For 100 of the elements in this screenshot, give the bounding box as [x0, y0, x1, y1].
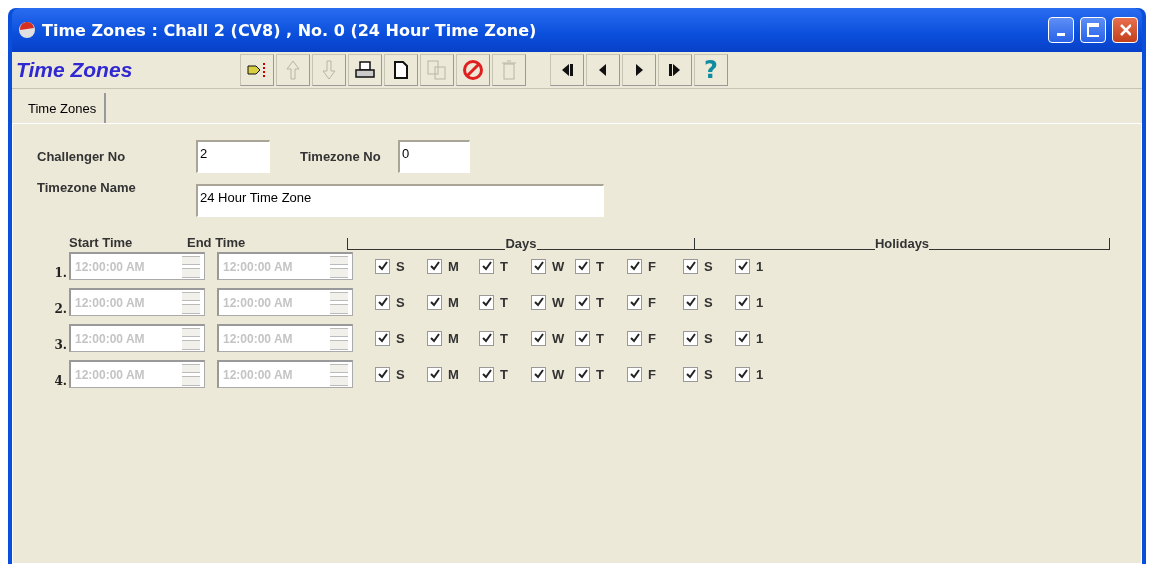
- spinner-icon: [330, 291, 348, 314]
- checkbox[interactable]: [627, 258, 642, 274]
- checkbox[interactable]: [531, 258, 546, 274]
- spinner-icon: [330, 255, 348, 278]
- checkbox[interactable]: [575, 330, 590, 346]
- checkbox[interactable]: [375, 294, 390, 310]
- checkbox[interactable]: [375, 366, 390, 382]
- checkbox-label: S: [704, 258, 713, 274]
- trash-icon: [501, 59, 517, 81]
- checkbox-label: M: [448, 258, 459, 274]
- prev-button[interactable]: [586, 54, 620, 86]
- checkbox-label: F: [648, 366, 656, 382]
- checkbox[interactable]: [479, 330, 494, 346]
- checkbox-label: T: [596, 294, 604, 310]
- exit-button[interactable]: [240, 54, 274, 86]
- checkbox-label: S: [396, 330, 405, 346]
- checkbox-label: 1: [756, 330, 764, 346]
- checkbox-label: T: [500, 330, 508, 346]
- up-arrow-icon: [285, 59, 301, 81]
- next-icon: [634, 62, 644, 78]
- next-button[interactable]: [622, 54, 656, 86]
- checkbox[interactable]: [683, 366, 698, 382]
- column-header: End Time: [187, 235, 247, 250]
- checkbox[interactable]: [683, 330, 698, 346]
- checkbox[interactable]: [479, 366, 494, 382]
- checkbox[interactable]: [375, 258, 390, 274]
- checkbox[interactable]: [427, 330, 442, 346]
- checkbox-label: W: [552, 258, 565, 274]
- checkbox[interactable]: [575, 366, 590, 382]
- previous-icon: [598, 62, 608, 78]
- checkbox-label: S: [704, 366, 713, 382]
- checkbox-label: T: [500, 258, 508, 274]
- checkbox[interactable]: [735, 366, 750, 382]
- checkbox[interactable]: [627, 366, 642, 382]
- copy-icon: [426, 59, 448, 81]
- checkbox[interactable]: [531, 330, 546, 346]
- maximize-icon: [1087, 23, 1099, 37]
- checkbox[interactable]: [735, 330, 750, 346]
- checkbox-label: M: [448, 294, 459, 310]
- group-header: Holidays: [874, 237, 930, 250]
- checkbox[interactable]: [683, 294, 698, 310]
- field-label: Timezone No: [300, 148, 382, 164]
- checkbox[interactable]: [427, 294, 442, 310]
- input-field[interactable]: 24 Hour Time Zone: [196, 183, 604, 217]
- cancel-button[interactable]: [456, 54, 490, 86]
- new-button[interactable]: [384, 54, 418, 86]
- checkbox[interactable]: [427, 258, 442, 274]
- column-header: Start Time: [68, 235, 134, 250]
- window-title: Time Zones : Chall 2 (CV8) , No. 0 (24 Hour Time Zone): [42, 20, 538, 40]
- spinner-icon: [182, 363, 200, 386]
- checkbox[interactable]: [479, 258, 494, 274]
- checkbox-label: W: [552, 294, 565, 310]
- checkbox-label: W: [552, 330, 565, 346]
- checkbox[interactable]: [735, 258, 750, 274]
- checkbox[interactable]: [427, 366, 442, 382]
- form-title: Time Zones: [15, 58, 134, 82]
- print-button[interactable]: [348, 54, 382, 86]
- checkbox[interactable]: [531, 366, 546, 382]
- field-label: Timezone Name: [37, 180, 137, 195]
- checkbox-label: S: [704, 330, 713, 346]
- checkbox[interactable]: [627, 294, 642, 310]
- minimize-button[interactable]: [1048, 17, 1074, 43]
- document-icon: [392, 60, 410, 80]
- down-arrow-icon: [321, 59, 337, 81]
- printer-icon: [354, 60, 376, 80]
- checkbox-label: W: [552, 366, 565, 382]
- checkbox[interactable]: [531, 294, 546, 310]
- checkbox[interactable]: [575, 294, 590, 310]
- first-button[interactable]: [550, 54, 584, 86]
- last-button[interactable]: [658, 54, 692, 86]
- checkbox-label: M: [448, 330, 459, 346]
- row-number: 1.: [53, 266, 68, 280]
- checkbox-label: T: [596, 258, 604, 274]
- checkbox-label: 1: [756, 258, 764, 274]
- close-button[interactable]: [1112, 17, 1138, 43]
- checkbox-label: S: [704, 294, 713, 310]
- checkbox-label: S: [396, 366, 405, 382]
- checkbox-label: 1: [756, 294, 764, 310]
- input-field[interactable]: 0: [398, 139, 470, 173]
- checkbox[interactable]: [683, 258, 698, 274]
- checkbox[interactable]: [735, 294, 750, 310]
- spinner-icon: [330, 363, 348, 386]
- spinner-icon: [330, 327, 348, 350]
- checkbox[interactable]: [627, 330, 642, 346]
- checkbox[interactable]: [575, 258, 590, 274]
- spinner-icon: [182, 291, 200, 314]
- row-number: 3.: [53, 338, 68, 352]
- input-field[interactable]: 2: [196, 139, 270, 173]
- checkbox-label: T: [596, 330, 604, 346]
- checkbox-label: T: [500, 294, 508, 310]
- cancel-icon: [462, 59, 484, 81]
- checkbox-label: F: [648, 330, 656, 346]
- checkbox[interactable]: [479, 294, 494, 310]
- checkbox-label: S: [396, 258, 405, 274]
- help-button[interactable]: ?: [694, 54, 728, 86]
- checkbox[interactable]: [375, 330, 390, 346]
- field-label: Challenger No: [37, 148, 127, 164]
- row-number: 4.: [53, 374, 68, 388]
- maximize-button[interactable]: [1080, 17, 1106, 43]
- app-icon: [18, 21, 36, 39]
